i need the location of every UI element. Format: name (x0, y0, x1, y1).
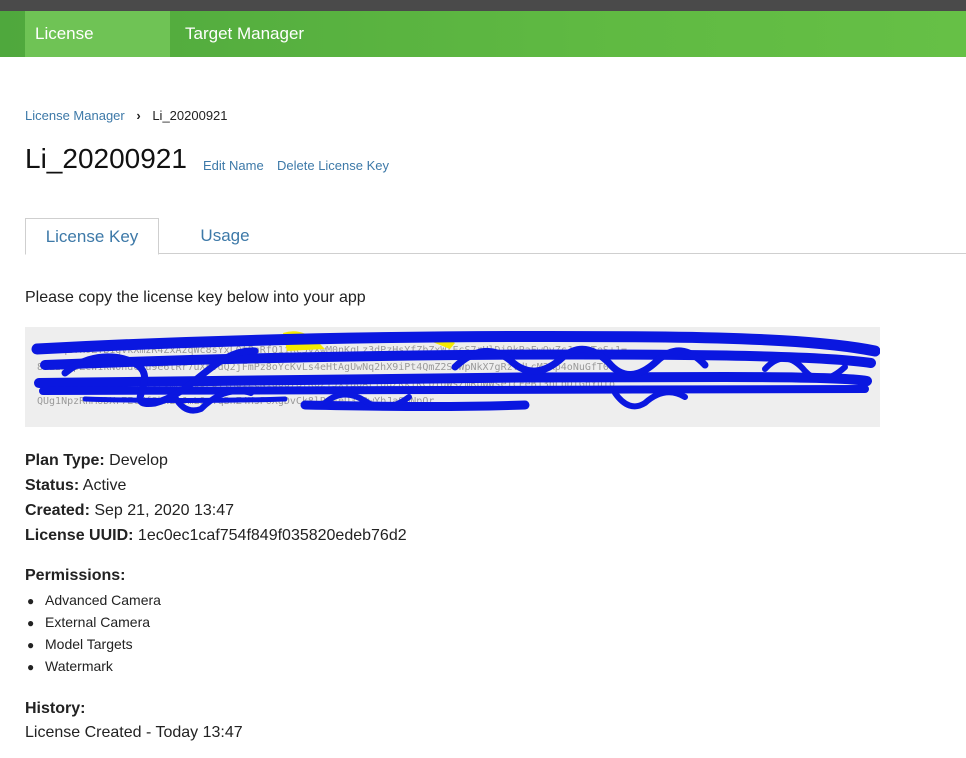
breadcrumb-separator-icon: › (136, 108, 141, 123)
plan-type-value: Develop (109, 452, 168, 469)
created-label: Created: (25, 502, 90, 519)
bullet-icon: ● (27, 638, 35, 652)
history-entry: License Created - Today 13:47 (25, 724, 243, 741)
breadcrumb-current: Li_20200921 (152, 108, 228, 123)
breadcrumb: License Manager › Li_20200921 (25, 108, 228, 123)
bullet-icon: ● (27, 594, 35, 608)
redaction-scribble: AbGkq2YkOZTB1gVkXmzR4ZxAzqWc8sYxL0tPnRfQ… (31, 331, 880, 414)
permission-label: External Camera (45, 614, 151, 630)
delete-license-key-link[interactable]: Delete License Key (277, 158, 389, 173)
permissions-list: ● Advanced Camera ● External Camera ● Model… (25, 589, 161, 677)
bullet-icon: ● (27, 616, 35, 630)
nav-license-manager[interactable]: License Manager (25, 11, 170, 89)
tab-bar: License Key Usage (25, 218, 966, 255)
plan-type-row: Plan Type: Develop (25, 452, 168, 470)
list-item: ● External Camera (25, 611, 161, 633)
list-item: ● Watermark (25, 655, 161, 677)
plan-type-label: Plan Type: (25, 452, 105, 469)
status-label: Status: (25, 477, 80, 494)
breadcrumb-license-manager-link[interactable]: License Manager (25, 108, 125, 123)
bullet-icon: ● (27, 660, 35, 674)
page-title: Li_20200921 (25, 143, 187, 174)
copy-instruction: Please copy the license key below into y… (25, 289, 366, 306)
edit-name-link[interactable]: Edit Name (203, 158, 264, 173)
permission-label: Advanced Camera (45, 592, 161, 608)
created-value: Sep 21, 2020 13:47 (94, 502, 235, 519)
list-item: ● Advanced Camera (25, 589, 161, 611)
top-navbar: License Manager Target Manager (0, 11, 966, 89)
permissions-heading: Permissions: (25, 567, 126, 584)
tab-license-key[interactable]: License Key (25, 218, 159, 255)
license-uuid-row: License UUID: 1ec0ec1caf754f849f035820ed… (25, 527, 407, 545)
status-row: Status: Active (25, 477, 126, 495)
license-uuid-label: License UUID: (25, 527, 134, 544)
created-row: Created: Sep 21, 2020 13:47 (25, 502, 234, 520)
tab-usage[interactable]: Usage (180, 218, 270, 254)
nav-target-manager[interactable]: Target Manager (175, 11, 314, 57)
history-heading: History: (25, 700, 86, 717)
license-key-box[interactable]: AbGkq2YkOZTB1gVkXmzR4ZxAzqWc8sYxL0tPnRfQ… (25, 327, 880, 427)
top-strip (0, 0, 966, 11)
permission-label: Watermark (45, 658, 113, 674)
list-item: ● Model Targets (25, 633, 161, 655)
status-value: Active (82, 477, 127, 494)
license-uuid-value: 1ec0ec1caf754f849f035820edeb76d2 (137, 527, 407, 544)
permission-label: Model Targets (45, 636, 133, 652)
